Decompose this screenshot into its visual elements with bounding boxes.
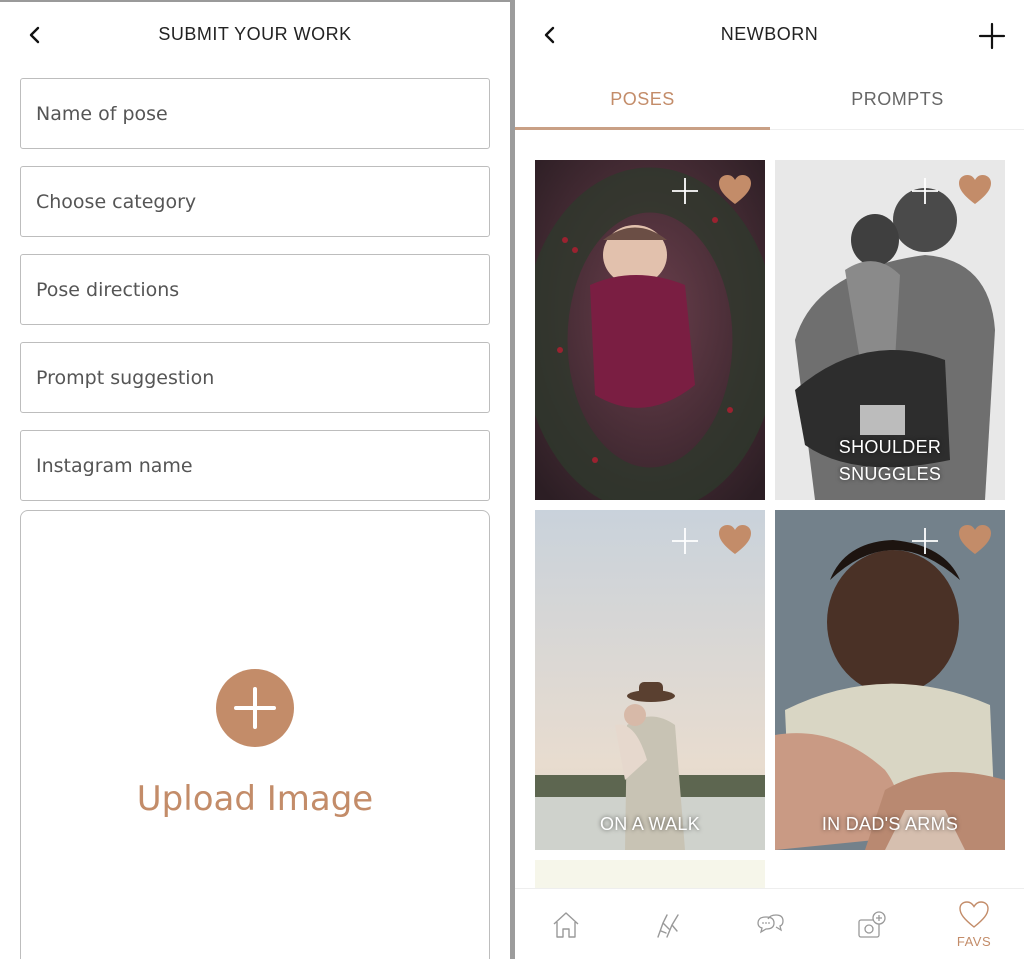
tab-poses[interactable]: POSES — [515, 70, 770, 130]
tab-prompts[interactable]: PROMPTS — [770, 70, 1024, 130]
instagram-name-field[interactable] — [20, 430, 490, 501]
category-title: NEWBORN — [720, 24, 819, 44]
favorite-heart-icon[interactable] — [718, 174, 752, 206]
tab-bar: POSES PROMPTS — [515, 70, 1024, 130]
nav-favs[interactable]: FAVS — [923, 889, 1024, 959]
pose-directions-field[interactable] — [20, 254, 490, 325]
pose-photo — [775, 510, 1005, 850]
pose-caption: SHOULDER SNUGGLES — [775, 434, 1005, 488]
pose-card[interactable]: ON A WALK — [535, 510, 765, 850]
pose-caption-line: SNUGGLES — [838, 464, 942, 484]
nav-submit[interactable] — [821, 889, 923, 959]
favorite-heart-icon[interactable] — [958, 524, 992, 556]
favorite-heart-icon[interactable] — [958, 174, 992, 206]
nav-home[interactable] — [515, 889, 617, 959]
pose-caption: IN DAD'S ARMS — [821, 814, 959, 834]
nav-prompts[interactable] — [719, 889, 821, 959]
favorite-heart-icon[interactable] — [718, 524, 752, 556]
bottom-navigation: FAVS — [515, 888, 1024, 959]
nav-favs-label: FAVS — [956, 934, 992, 949]
prompt-suggestion-input[interactable] — [21, 343, 489, 412]
pose-name-input[interactable] — [21, 79, 489, 148]
add-to-collection-icon[interactable] — [910, 526, 940, 556]
upload-image-area[interactable]: Upload Image — [20, 510, 490, 959]
prompt-suggestion-field[interactable] — [20, 342, 490, 413]
nav-poses[interactable] — [617, 889, 719, 959]
pose-card[interactable]: SHOULDER SNUGGLES — [775, 160, 1005, 500]
pose-card[interactable] — [535, 160, 765, 500]
chat-bubbles-icon — [757, 914, 784, 934]
pose-directions-input[interactable] — [21, 255, 489, 324]
instagram-name-input[interactable] — [21, 431, 489, 500]
add-icon[interactable] — [978, 22, 1006, 50]
heart-icon — [959, 901, 989, 928]
add-to-collection-icon[interactable] — [670, 176, 700, 206]
home-icon — [553, 912, 579, 938]
add-photo-icon — [858, 911, 886, 938]
category-field[interactable] — [20, 166, 490, 237]
page-title: SUBMIT YOUR WORK — [158, 24, 352, 44]
category-input[interactable] — [21, 167, 489, 236]
pose-name-field[interactable] — [20, 78, 490, 149]
pose-photo — [535, 510, 765, 850]
pose-card[interactable]: IN DAD'S ARMS — [775, 510, 1005, 850]
hands-pose-icon — [657, 914, 679, 938]
submit-work-screen: SUBMIT YOUR WORK Upload Image — [0, 0, 510, 959]
add-to-collection-icon[interactable] — [670, 526, 700, 556]
pose-photo — [535, 160, 765, 500]
newborn-screen: NEWBORN POSES PROMPTS SHOULDER SNUGGLES … — [515, 0, 1024, 959]
add-to-collection-icon[interactable] — [910, 176, 940, 206]
upload-image-label[interactable]: Upload Image — [21, 779, 489, 819]
upload-button[interactable] — [216, 669, 294, 747]
header: SUBMIT YOUR WORK — [0, 0, 510, 70]
pose-caption: ON A WALK — [599, 814, 701, 834]
plus-icon — [234, 687, 276, 729]
pose-caption-line: SHOULDER — [838, 437, 942, 457]
